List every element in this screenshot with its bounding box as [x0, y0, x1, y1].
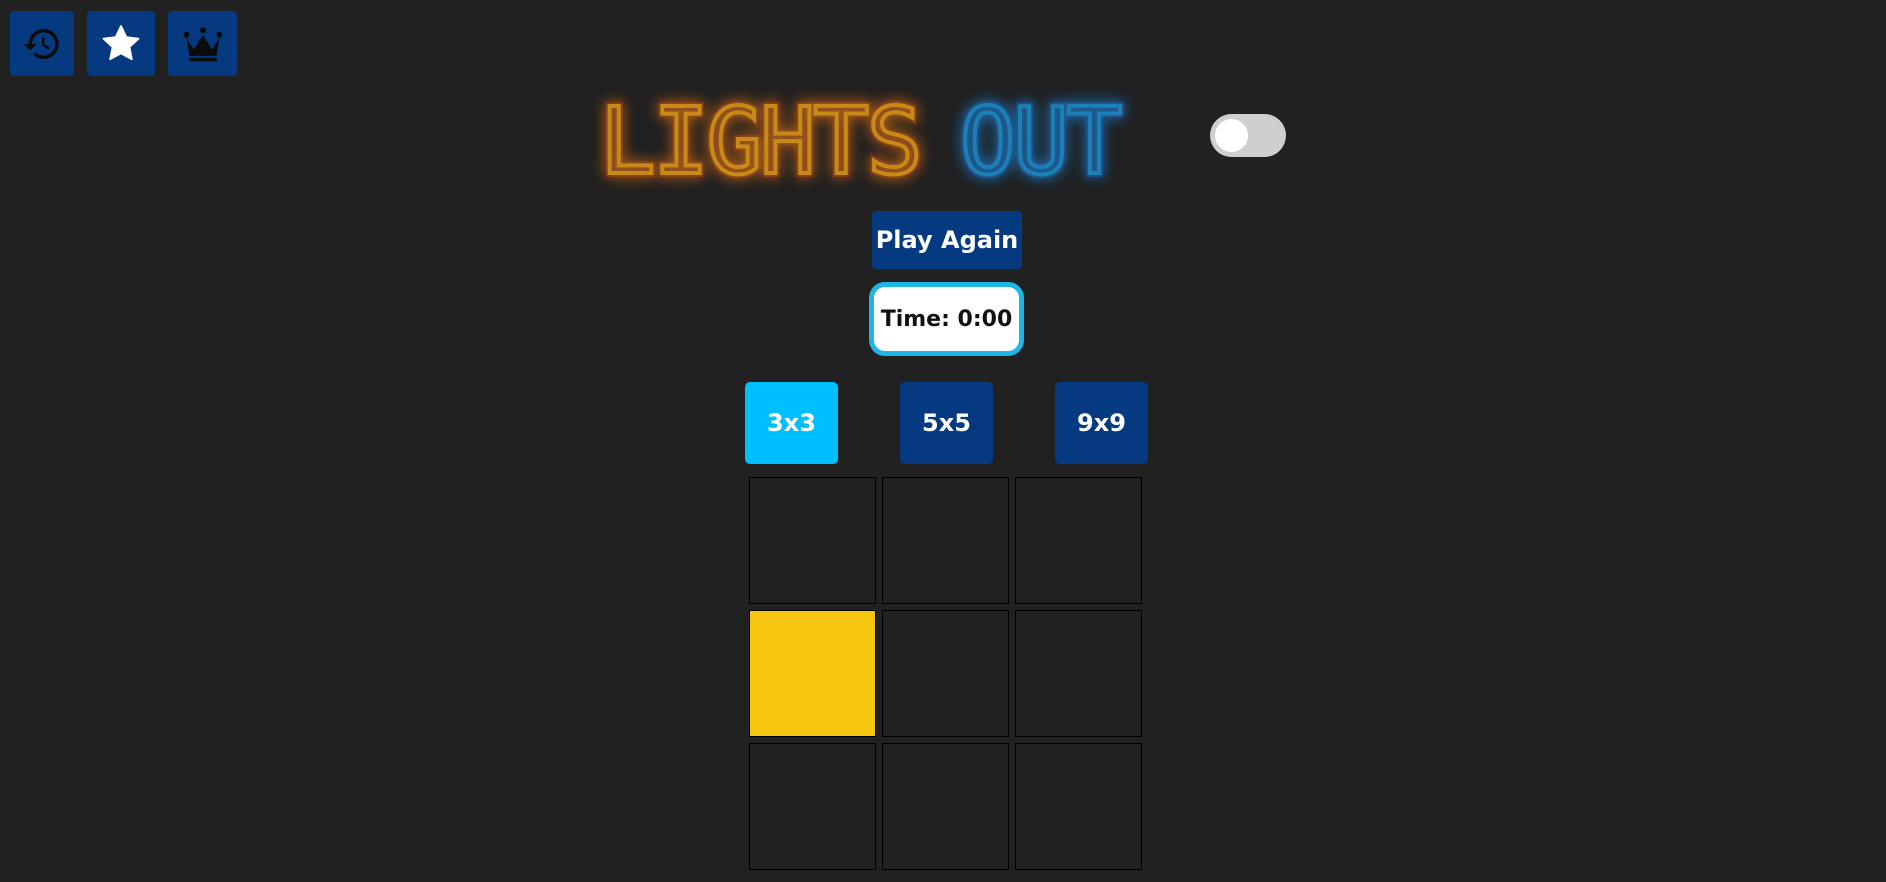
- logo-word-out: OUT: [960, 88, 1121, 195]
- board-cell-2-1[interactable]: [882, 743, 1009, 870]
- board-cell-1-0[interactable]: [749, 610, 876, 737]
- board-cell-1-2[interactable]: [1015, 610, 1142, 737]
- game-logo: OUT LIGHTS LIGHTS OUT: [596, 84, 1210, 199]
- history-icon: [23, 28, 59, 59]
- crown-icon: [183, 26, 222, 61]
- board-cell-0-2[interactable]: [1015, 477, 1142, 604]
- favorites-button[interactable]: [87, 11, 155, 76]
- leaderboard-button[interactable]: [168, 11, 237, 76]
- lights-out-app: OUT LIGHTS LIGHTS OUT Play Again Time: 0:…: [0, 0, 1886, 882]
- logo-word-lights: LIGHTS: [600, 88, 920, 195]
- theme-toggle[interactable]: [1210, 114, 1286, 157]
- size-5x5-button[interactable]: 5x5: [900, 382, 993, 464]
- timer-display: Time: 0:00: [869, 282, 1024, 356]
- size-3x3-button[interactable]: 3x3: [745, 382, 838, 464]
- board-cell-2-0[interactable]: [749, 743, 876, 870]
- size-9x9-button[interactable]: 9x9: [1055, 382, 1148, 464]
- play-again-button[interactable]: Play Again: [872, 211, 1022, 269]
- star-icon: [102, 24, 140, 60]
- history-button[interactable]: [10, 11, 74, 76]
- board-cell-1-1[interactable]: [882, 610, 1009, 737]
- toggle-knob: [1215, 119, 1248, 152]
- board-cell-0-0[interactable]: [749, 477, 876, 604]
- board-cell-2-2[interactable]: [1015, 743, 1142, 870]
- board-cell-0-1[interactable]: [882, 477, 1009, 604]
- game-board: [749, 477, 1145, 873]
